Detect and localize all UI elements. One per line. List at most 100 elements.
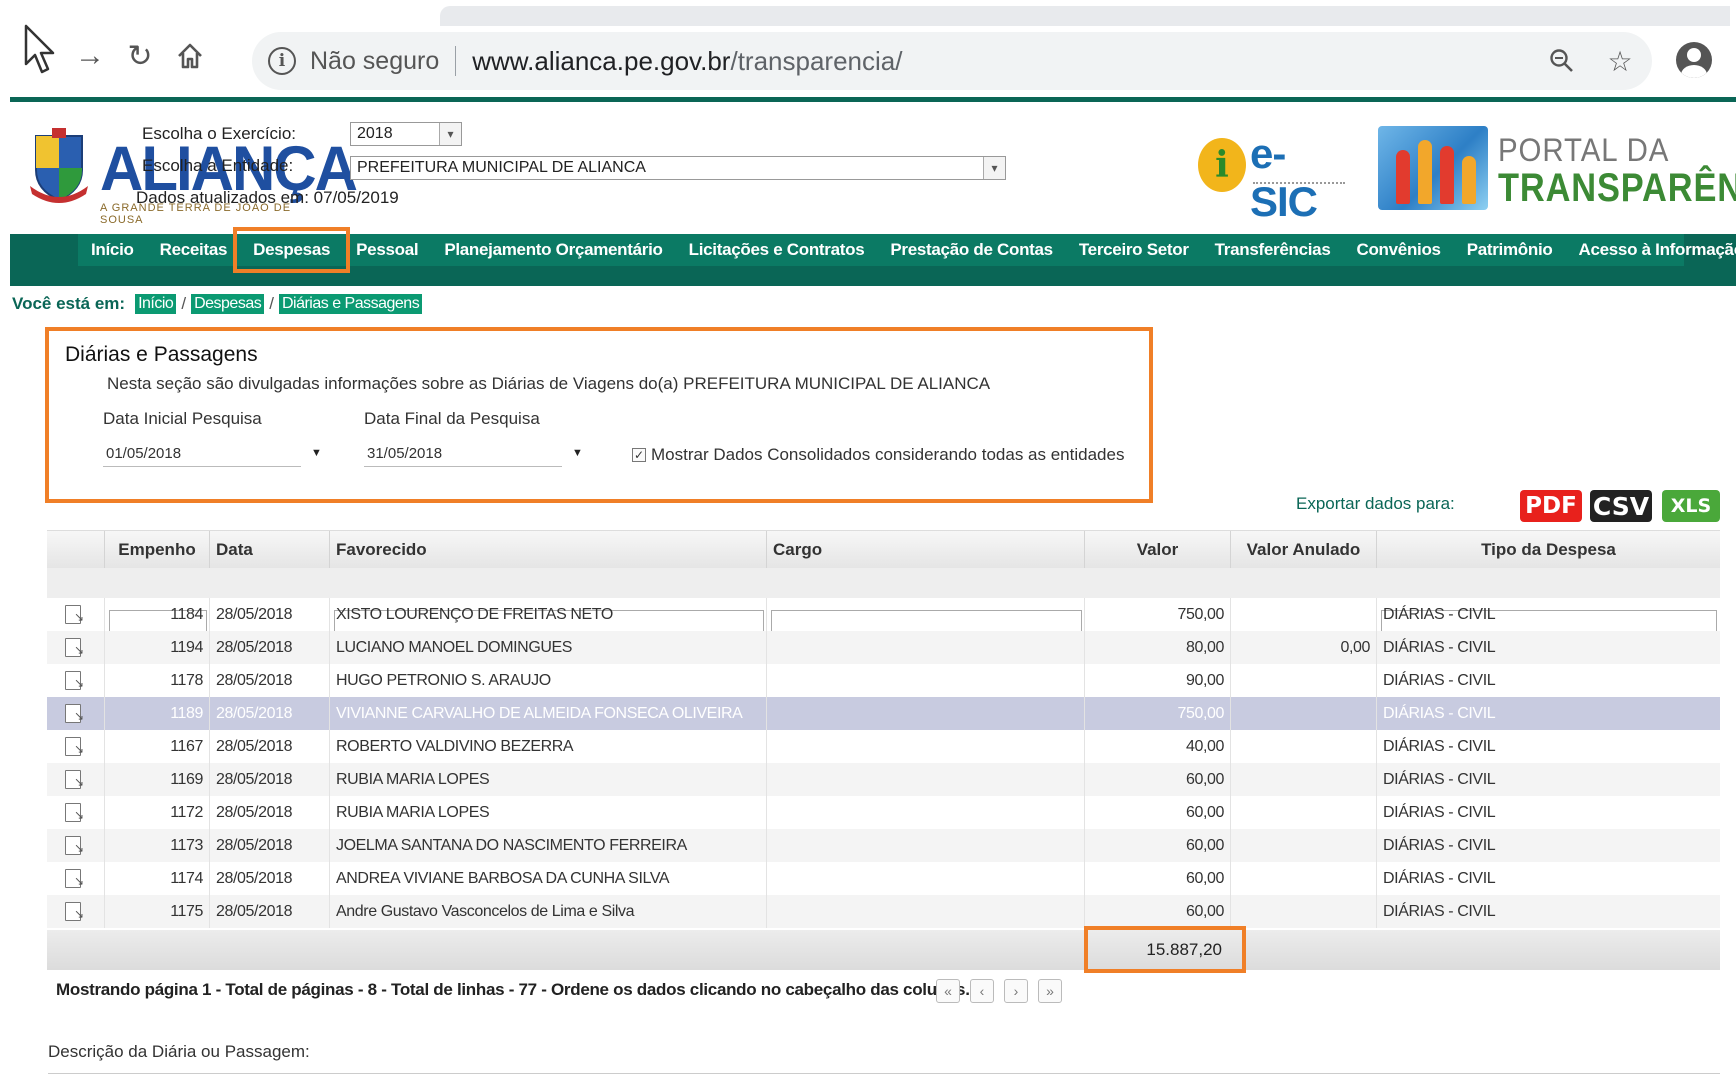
consolidated-checkbox[interactable]: ✓ <box>632 448 646 462</box>
table-row[interactable]: 118428/05/2018XISTO LOURENÇO DE FREITAS … <box>47 598 1720 631</box>
header-valor[interactable]: Valor <box>1084 531 1230 569</box>
row-detail-cell <box>47 895 104 928</box>
breadcrumb: Você está em: Início / Despesas / Diária… <box>12 292 423 316</box>
cell-cargo <box>766 697 1084 730</box>
cell-cargo <box>766 763 1084 796</box>
header-valor-anulado[interactable]: Valor Anulado <box>1230 531 1376 569</box>
document-detail-icon[interactable] <box>65 803 84 822</box>
cell-anulado <box>1230 730 1376 763</box>
table-row[interactable]: 117228/05/2018RUBIA MARIA LOPES 60,00 DIÁR… <box>47 796 1720 829</box>
breadcrumb-inicio[interactable]: Início <box>135 294 177 314</box>
header-data[interactable]: Data <box>209 531 329 569</box>
cell-tipo: DIÁRIAS - CIVIL <box>1376 829 1720 862</box>
table-row[interactable]: 119428/05/2018LUCIANO MANOEL DOMINGUES 80… <box>47 631 1720 664</box>
breadcrumb-despesas[interactable]: Despesas <box>191 294 265 314</box>
page-title: Diárias e Passagens <box>65 343 258 366</box>
address-separator <box>455 46 457 76</box>
pager-last-button[interactable]: » <box>1038 979 1062 1003</box>
cell-tipo: DIÁRIAS - CIVIL <box>1376 895 1720 928</box>
nav-convenios[interactable]: Convênios <box>1343 234 1453 266</box>
nav-licitacoes[interactable]: Licitações e Contratos <box>676 234 878 266</box>
nav-inicio[interactable]: Início <box>78 234 147 266</box>
nav-despesas[interactable]: Despesas <box>233 227 351 273</box>
row-detail-cell <box>47 796 104 829</box>
calendar-dropdown-icon[interactable]: ▼ <box>572 447 583 459</box>
row-detail-cell <box>47 763 104 796</box>
nav-prestacao[interactable]: Prestação de Contas <box>877 234 1065 266</box>
breadcrumb-separator: / <box>181 294 187 313</box>
document-detail-icon[interactable] <box>65 836 84 855</box>
nav-terceiro-setor[interactable]: Terceiro Setor <box>1066 234 1202 266</box>
breadcrumb-diarias[interactable]: Diárias e Passagens <box>278 294 423 314</box>
document-detail-icon[interactable] <box>65 737 84 756</box>
portal-transparencia-logo[interactable]: PORTAL DA TRANSPARÊNCIA <box>1378 122 1736 212</box>
chevron-down-icon: ▾ <box>439 123 461 145</box>
nav-pessoal[interactable]: Pessoal <box>343 234 431 266</box>
date-end-input[interactable]: 31/05/2018 <box>364 441 562 467</box>
nav-acesso-informacao[interactable]: Acesso à Informação <box>1565 234 1736 266</box>
header-cargo[interactable]: Cargo <box>766 531 1084 569</box>
zoom-icon[interactable] <box>1546 45 1578 77</box>
export-xls-button[interactable]: XLS <box>1662 490 1720 522</box>
entidade-select[interactable]: PREFEITURA MUNICIPAL DE ALIANCA ▾ <box>350 156 1006 180</box>
document-detail-icon[interactable] <box>65 704 84 723</box>
export-pdf-button[interactable]: PDF <box>1520 490 1582 522</box>
nav-planejamento[interactable]: Planejamento Orçamentário <box>431 234 675 266</box>
table-row[interactable]: 116728/05/2018ROBERTO VALDIVINO BEZERRA 4… <box>47 730 1720 763</box>
header-favorecido[interactable]: Favorecido <box>329 531 766 569</box>
document-detail-icon[interactable] <box>65 902 84 921</box>
cell-anulado <box>1230 796 1376 829</box>
cell-cargo <box>766 862 1084 895</box>
cell-empenho: 1175 <box>104 895 209 928</box>
cell-cargo <box>766 730 1084 763</box>
star-bookmark-icon[interactable]: ☆ <box>1604 45 1636 77</box>
document-detail-icon[interactable] <box>65 605 84 624</box>
nav-receitas[interactable]: Receitas <box>147 234 241 266</box>
table-row[interactable]: 117428/05/2018ANDREA VIVIANE BARBOSA DA … <box>47 862 1720 895</box>
info-icon[interactable]: i <box>268 47 296 75</box>
export-csv-button[interactable]: CSV <box>1590 490 1652 522</box>
crest-icon <box>30 128 88 203</box>
cell-data: 28/05/2018 <box>209 763 329 796</box>
cell-favorecido: RUBIA MARIA LOPES <box>329 796 766 829</box>
table-row[interactable]: 117328/05/2018JOELMA SANTANA DO NASCIMEN… <box>47 829 1720 862</box>
cell-favorecido: JOELMA SANTANA DO NASCIMENTO FERREIRA <box>329 829 766 862</box>
document-detail-icon[interactable] <box>65 638 84 657</box>
cell-favorecido: LUCIANO MANOEL DOMINGUES <box>329 631 766 664</box>
row-detail-cell <box>47 697 104 730</box>
cell-valor: 90,00 <box>1084 664 1230 697</box>
diarias-table: Empenho Data Favorecido Cargo Valor Valo… <box>47 530 1720 973</box>
cell-empenho: 1184 <box>104 598 209 631</box>
pager-next-button[interactable]: › <box>1004 979 1028 1003</box>
pager-prev-button[interactable]: ‹ <box>970 979 994 1003</box>
table-row[interactable]: 117528/05/2018Andre Gustavo Vasconcelos … <box>47 895 1720 928</box>
address-bar[interactable]: i Não seguro www.alianca.pe.gov.br/trans… <box>252 32 1652 90</box>
nav-patrimonio[interactable]: Patrimônio <box>1454 234 1566 266</box>
document-detail-icon[interactable] <box>65 869 84 888</box>
document-detail-icon[interactable] <box>65 770 84 789</box>
row-detail-cell <box>47 730 104 763</box>
reload-icon[interactable]: ↻ <box>120 36 160 76</box>
date-start-input[interactable]: 01/05/2018 <box>103 441 301 467</box>
cell-empenho: 1167 <box>104 730 209 763</box>
cell-cargo <box>766 664 1084 697</box>
main-nav: Início Receitas Despesas Pessoal Planeja… <box>78 227 1736 273</box>
table-row[interactable]: 116928/05/2018RUBIA MARIA LOPES 60,00 DIÁR… <box>47 763 1720 796</box>
table-row[interactable]: 117828/05/2018HUGO PETRONIO S. ARAUJO 90,… <box>47 664 1720 697</box>
home-icon[interactable] <box>170 36 210 76</box>
cell-valor: 80,00 <box>1084 631 1230 664</box>
profile-avatar-icon[interactable] <box>1676 42 1712 78</box>
url-text[interactable]: www.alianca.pe.gov.br/transparencia/ <box>472 46 902 77</box>
forward-arrow-icon[interactable]: → <box>70 36 110 76</box>
header-tipo-despesa[interactable]: Tipo da Despesa <box>1376 531 1720 569</box>
calendar-dropdown-icon[interactable]: ▼ <box>311 447 322 459</box>
pager-first-button[interactable]: « <box>936 979 960 1003</box>
cell-empenho: 1194 <box>104 631 209 664</box>
esic-logo[interactable]: i e-SIC <box>1198 126 1348 225</box>
nav-transferencias[interactable]: Transferências <box>1202 234 1344 266</box>
table-row[interactable]: 118928/05/2018VIVIANNE CARVALHO DE ALMEI… <box>47 697 1720 730</box>
header-empenho[interactable]: Empenho <box>104 531 209 569</box>
exercicio-select[interactable]: 2018 ▾ <box>350 122 462 146</box>
document-detail-icon[interactable] <box>65 671 84 690</box>
description-box-edge <box>48 1073 1720 1074</box>
